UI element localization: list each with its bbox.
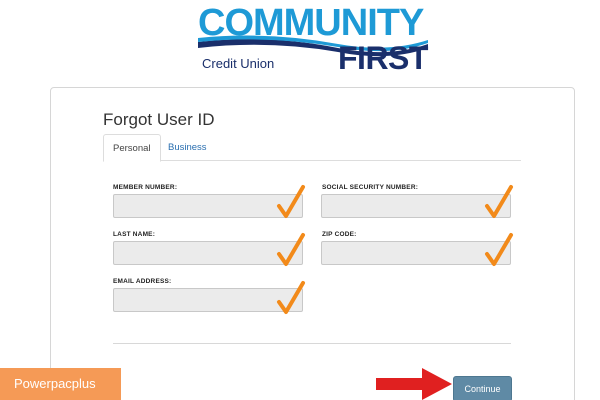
- checkmark-icon: [485, 185, 513, 218]
- member-number-label: MEMBER NUMBER:: [113, 184, 178, 191]
- email-input[interactable]: [113, 288, 303, 312]
- zip-code-input[interactable]: [321, 241, 511, 265]
- tab-bar: Personal Business: [103, 134, 521, 162]
- continue-button[interactable]: Continue: [453, 376, 512, 400]
- last-name-input[interactable]: [113, 241, 303, 265]
- checkmark-icon: [485, 233, 513, 266]
- checkmark-icon: [277, 233, 305, 266]
- ssn-label: SOCIAL SECURITY NUMBER:: [322, 184, 419, 191]
- form-divider: [113, 343, 511, 344]
- arrow-right-icon: [376, 368, 452, 400]
- ssn-input[interactable]: [321, 194, 511, 218]
- zip-code-label: ZIP CODE:: [322, 231, 357, 238]
- checkmark-icon: [277, 281, 305, 314]
- watermark-badge: Powerpacplus: [0, 368, 121, 400]
- checkmark-icon: [277, 185, 305, 218]
- email-label: EMAIL ADDRESS:: [113, 278, 172, 285]
- logo-bottom-word: FIRST: [338, 40, 428, 76]
- member-number-input[interactable]: [113, 194, 303, 218]
- tab-personal[interactable]: Personal: [103, 134, 161, 162]
- page-title: Forgot User ID: [103, 110, 215, 129]
- community-first-logo: COMMUNITY Credit Union FIRST: [198, 4, 428, 76]
- logo-subtitle: Credit Union: [202, 56, 275, 71]
- last-name-label: LAST NAME:: [113, 231, 156, 238]
- tab-business[interactable]: Business: [159, 134, 216, 161]
